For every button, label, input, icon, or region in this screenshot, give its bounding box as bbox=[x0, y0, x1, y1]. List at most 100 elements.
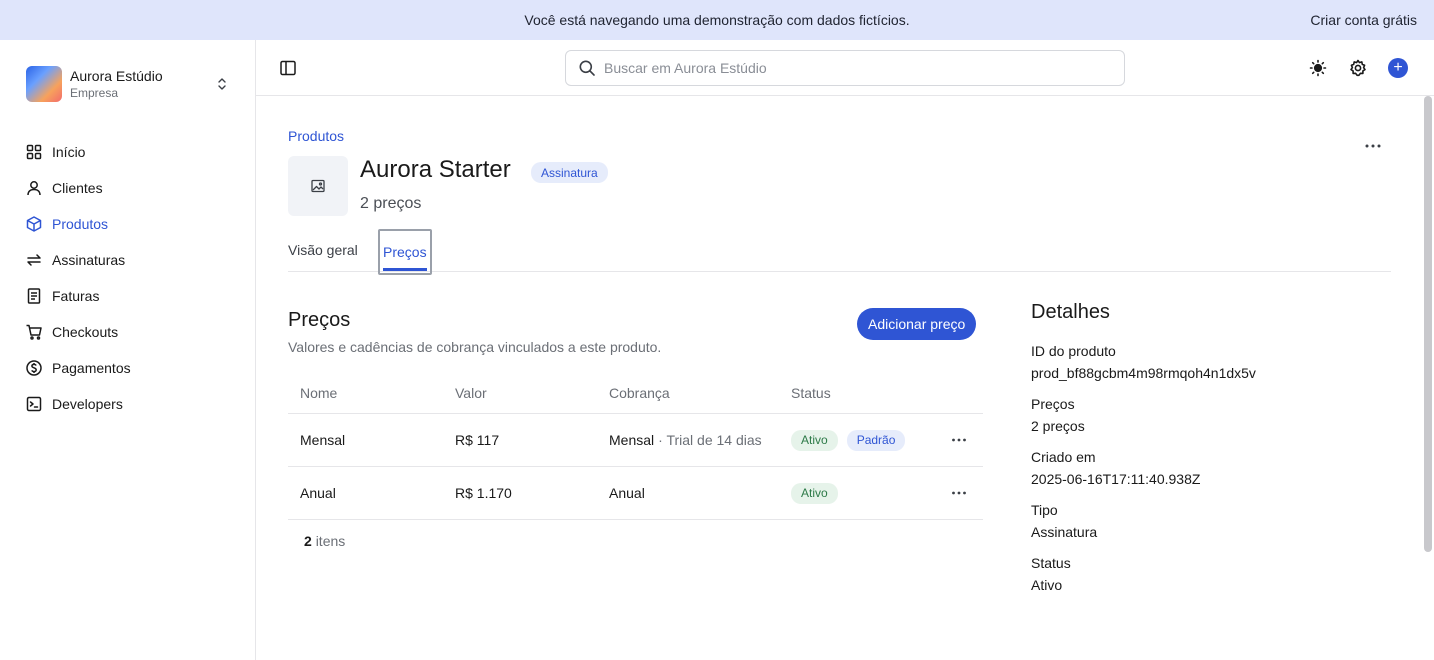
more-options-icon bbox=[952, 491, 966, 495]
sidebar-nav: Início Clientes Produtos Assinaturas Fat… bbox=[16, 134, 240, 422]
sidebar-item-label: Pagamentos bbox=[52, 360, 131, 376]
status-badge: Ativo bbox=[791, 429, 838, 451]
chevron-up-down-icon bbox=[218, 78, 226, 90]
sidebar-item-label: Clientes bbox=[52, 180, 103, 196]
billing-interval: Mensal bbox=[609, 432, 655, 448]
more-options-icon bbox=[952, 438, 966, 442]
tab-visao-geral[interactable]: Visão geral bbox=[288, 228, 358, 272]
top-bar: + bbox=[256, 40, 1434, 96]
page-title: Aurora Starter bbox=[360, 156, 511, 183]
create-account-link[interactable]: Criar conta grátis bbox=[1310, 12, 1417, 28]
price-value: R$ 1.170 bbox=[455, 485, 512, 501]
sidebar-toggle-icon[interactable] bbox=[278, 58, 298, 78]
details-title: Detalhes bbox=[1031, 301, 1110, 323]
default-badge: Padrão bbox=[846, 429, 906, 451]
active-tab-indicator bbox=[383, 268, 427, 271]
sidebar-item-label: Developers bbox=[52, 396, 123, 412]
prices-section-description: Valores e cadências de cobrança vinculad… bbox=[288, 339, 662, 355]
detail-value: Assinatura bbox=[1031, 524, 1098, 540]
column-header-billing[interactable]: Cobrança bbox=[609, 372, 670, 413]
sidebar-item-developers[interactable]: Developers bbox=[16, 386, 240, 422]
detail-label: ID do produto bbox=[1031, 343, 1116, 359]
sidebar-item-assinaturas[interactable]: Assinaturas bbox=[16, 242, 240, 278]
table-item-count: 2 itens bbox=[304, 533, 345, 549]
billing-interval: Anual bbox=[609, 485, 645, 501]
plus-icon: + bbox=[1393, 59, 1403, 76]
detail-created-at: Criado em 2025-06-16T17:11:40.938Z bbox=[1031, 449, 1391, 487]
sidebar-item-pagamentos[interactable]: Pagamentos bbox=[16, 350, 240, 386]
gear-icon[interactable] bbox=[1348, 58, 1368, 78]
product-type-badge: Assinatura bbox=[531, 162, 608, 183]
sidebar-item-label: Checkouts bbox=[52, 324, 119, 340]
main-content: Produtos Aurora Starter Assinatura 2 pre… bbox=[256, 96, 1422, 660]
box-icon bbox=[26, 216, 42, 232]
detail-label: Status bbox=[1031, 555, 1071, 571]
prices-section-title: Preços bbox=[288, 309, 351, 331]
row-actions-button[interactable] bbox=[949, 414, 969, 466]
detail-label: Preços bbox=[1031, 396, 1075, 412]
sidebar-item-clientes[interactable]: Clientes bbox=[16, 170, 240, 206]
detail-value: prod_bf88gcbm4m98rmqoh4n1dx5v bbox=[1031, 365, 1256, 381]
demo-banner: Você está navegando uma demonstração com… bbox=[0, 0, 1434, 40]
detail-product-id: ID do produto prod_bf88gcbm4m98rmqoh4n1d… bbox=[1031, 343, 1391, 381]
invoice-icon bbox=[27, 288, 41, 304]
search-input[interactable] bbox=[604, 60, 1104, 76]
org-switcher[interactable]: Aurora Estúdio Empresa bbox=[26, 66, 232, 102]
detail-type: Tipo Assinatura bbox=[1031, 502, 1391, 540]
scrollbar[interactable] bbox=[1424, 96, 1432, 552]
price-status: Ativo Padrão bbox=[791, 414, 906, 466]
image-icon bbox=[311, 179, 325, 193]
sidebar-item-label: Faturas bbox=[52, 288, 100, 304]
column-header-status[interactable]: Status bbox=[791, 372, 831, 413]
create-new-button[interactable]: + bbox=[1388, 58, 1408, 78]
search-box[interactable] bbox=[565, 50, 1125, 86]
tab-label: Preços bbox=[383, 244, 427, 260]
sidebar-item-faturas[interactable]: Faturas bbox=[16, 278, 240, 314]
breadcrumb-produtos[interactable]: Produtos bbox=[288, 128, 344, 144]
item-count-label: itens bbox=[315, 533, 346, 549]
refresh-icon bbox=[27, 254, 41, 266]
sun-icon[interactable] bbox=[1308, 58, 1328, 78]
org-logo bbox=[26, 66, 62, 102]
search-icon bbox=[579, 60, 595, 76]
cart-icon bbox=[26, 324, 42, 340]
prices-table: Nome Valor Cobrança Status Mensal R$ 117… bbox=[288, 372, 983, 520]
demo-banner-message: Você está navegando uma demonstração com… bbox=[524, 12, 910, 28]
sidebar-item-checkouts[interactable]: Checkouts bbox=[16, 314, 240, 350]
sidebar-item-label: Produtos bbox=[52, 216, 109, 232]
sidebar-item-label: Assinaturas bbox=[52, 252, 126, 268]
details-panel: Detalhes ID do produto prod_bf88gcbm4m98… bbox=[1031, 301, 1391, 593]
price-value: R$ 117 bbox=[455, 432, 500, 448]
price-billing: Anual bbox=[609, 467, 645, 519]
item-count-number: 2 bbox=[304, 533, 312, 549]
price-name: Mensal bbox=[300, 432, 346, 448]
column-header-value[interactable]: Valor bbox=[455, 372, 487, 413]
detail-status: Status Ativo bbox=[1031, 555, 1391, 593]
sidebar-item-inicio[interactable]: Início bbox=[16, 134, 240, 170]
product-subtitle: 2 preços bbox=[360, 195, 422, 212]
detail-value: Ativo bbox=[1031, 577, 1063, 593]
dollar-icon bbox=[26, 360, 42, 376]
price-billing: Mensal · Trial de 14 dias bbox=[609, 414, 762, 466]
row-actions-button[interactable] bbox=[949, 467, 969, 519]
org-name: Aurora Estúdio bbox=[70, 68, 163, 84]
more-options-icon[interactable] bbox=[1363, 136, 1383, 156]
tabs: Visão geral Preços bbox=[288, 228, 1391, 275]
add-price-button[interactable]: Adicionar preço bbox=[857, 308, 977, 340]
tab-precos[interactable]: Preços bbox=[378, 229, 432, 275]
price-name: Anual bbox=[300, 485, 336, 501]
price-status: Ativo bbox=[791, 467, 838, 519]
sidebar-item-produtos[interactable]: Produtos bbox=[16, 206, 240, 242]
org-text: Aurora Estúdio Empresa bbox=[70, 68, 163, 100]
terminal-icon bbox=[26, 396, 42, 412]
detail-label: Tipo bbox=[1031, 502, 1058, 518]
table-header: Nome Valor Cobrança Status bbox=[288, 372, 983, 414]
table-row[interactable]: Mensal R$ 117 Mensal · Trial de 14 dias … bbox=[288, 414, 983, 467]
column-header-name[interactable]: Nome bbox=[300, 372, 337, 413]
detail-prices: Preços 2 preços bbox=[1031, 396, 1391, 434]
sidebar-item-label: Início bbox=[52, 144, 86, 160]
sidebar: Aurora Estúdio Empresa Início Clientes P… bbox=[0, 40, 256, 660]
product-image-placeholder bbox=[288, 156, 348, 216]
table-row[interactable]: Anual R$ 1.170 Anual Ativo bbox=[288, 467, 983, 520]
detail-value: 2 preços bbox=[1031, 418, 1085, 434]
